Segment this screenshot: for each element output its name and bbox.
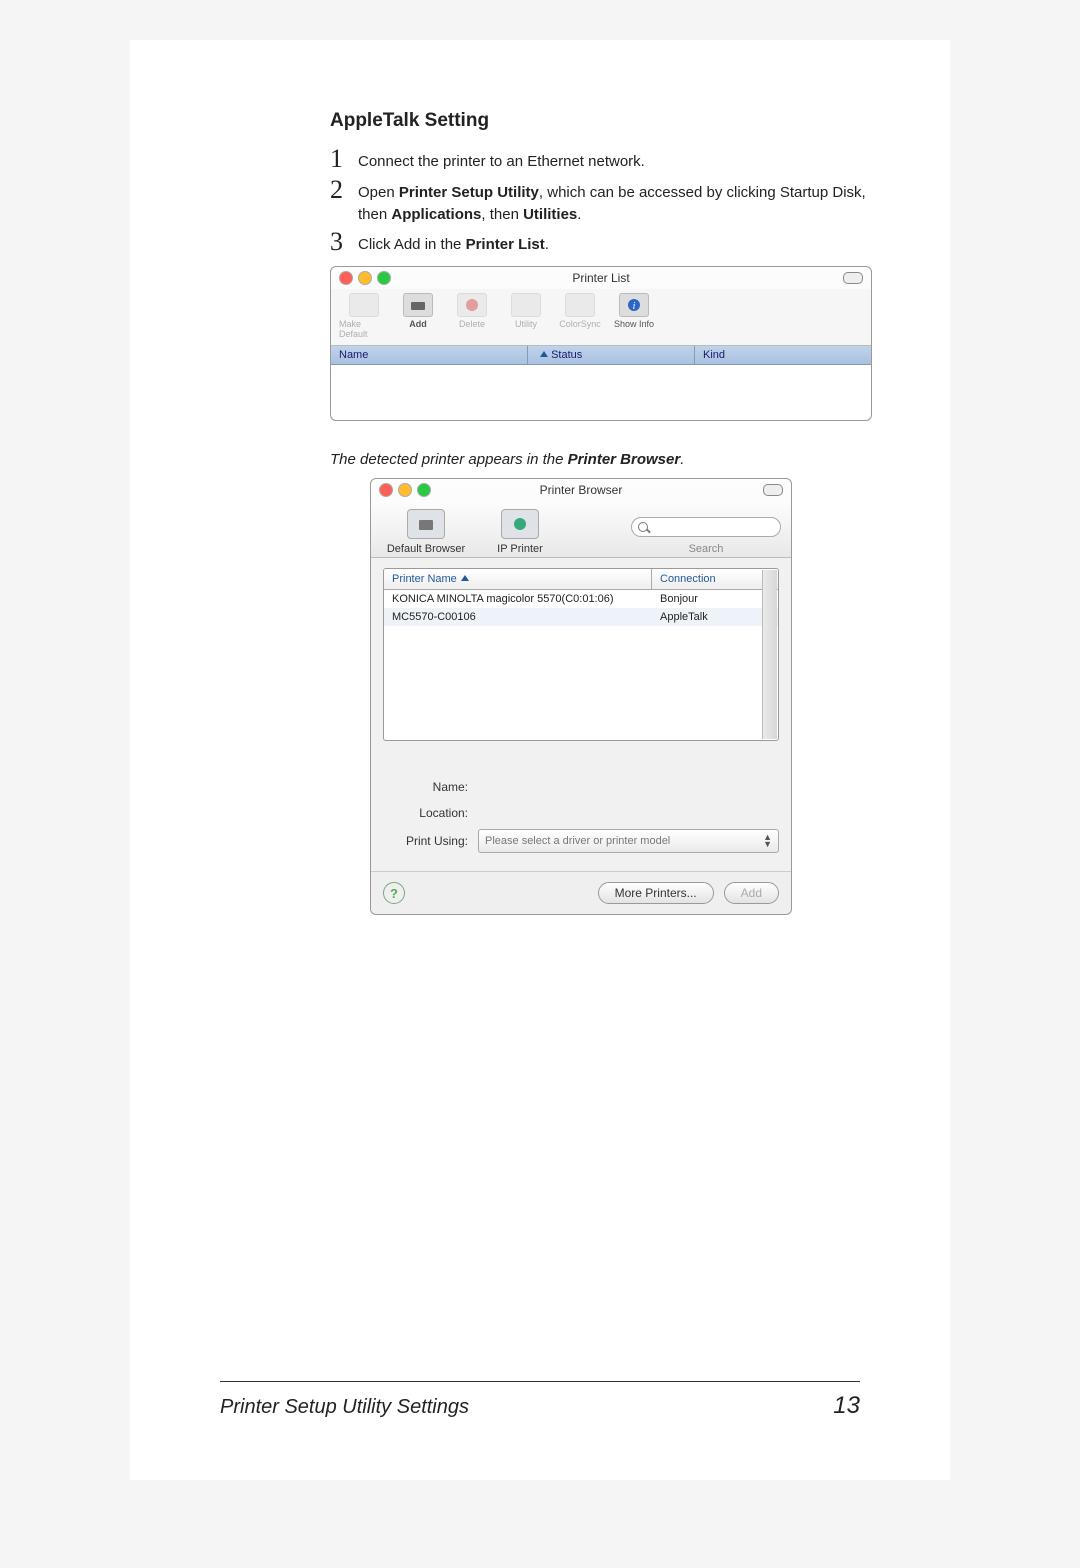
row-name: MC5570-C00106 <box>384 608 652 626</box>
svg-text:i: i <box>633 301 636 312</box>
make-default-label: Make Default <box>339 319 389 339</box>
search-input[interactable] <box>631 517 781 537</box>
printer-browser-window: Printer Browser Default Browser IP Print… <box>370 478 792 915</box>
updown-arrows-icon: ▲▼ <box>763 834 772 848</box>
step3-pre: Click Add in the <box>358 236 466 253</box>
ip-printer-icon <box>501 509 539 539</box>
utility-button[interactable]: Utility <box>501 293 551 339</box>
row-conn: AppleTalk <box>652 608 778 626</box>
print-using-select[interactable]: Please select a driver or printer model … <box>478 829 779 853</box>
delete-button[interactable]: Delete <box>447 293 497 339</box>
search-label: Search <box>689 543 724 555</box>
help-button[interactable]: ? <box>383 882 405 904</box>
printer-browser-list: Printer Name Connection KONICA MINOLTA m… <box>383 568 779 741</box>
add-printer-icon <box>403 293 433 317</box>
delete-icon <box>457 293 487 317</box>
step2-mid2: , then <box>481 206 523 223</box>
caption-pre: The detected printer appears in the <box>330 451 568 468</box>
default-browser-tab[interactable]: Default Browser <box>381 509 471 555</box>
list-item[interactable]: KONICA MINOLTA magicolor 5570(C0:01:06) … <box>384 590 778 608</box>
step2-b1: Printer Setup Utility <box>399 184 539 201</box>
caption-post: . <box>680 451 684 468</box>
footer-title: Printer Setup Utility Settings <box>220 1396 469 1419</box>
step-text-1: Connect the printer to an Ethernet netwo… <box>358 146 890 173</box>
delete-label: Delete <box>459 319 485 329</box>
scrollbar[interactable] <box>762 570 777 739</box>
make-default-button[interactable]: Make Default <box>339 293 389 339</box>
col-printer-name-label: Printer Name <box>392 573 457 585</box>
show-info-label: Show Info <box>614 319 654 329</box>
list-item[interactable]: MC5570-C00106 AppleTalk <box>384 608 778 626</box>
add-printer-button[interactable]: Add <box>393 293 443 339</box>
step2-post: . <box>577 206 581 223</box>
step2-b2: Applications <box>391 206 481 223</box>
colorsync-label: ColorSync <box>559 319 601 329</box>
section-heading: AppleTalk Setting <box>330 110 890 132</box>
window-title: Printer Browser <box>371 483 791 497</box>
sort-indicator-icon <box>540 351 548 357</box>
step-number-1: 1 <box>330 146 358 172</box>
print-using-value: Please select a driver or printer model <box>485 835 670 847</box>
col-status[interactable]: Status <box>551 349 582 361</box>
default-browser-label: Default Browser <box>387 543 465 555</box>
show-info-button[interactable]: i Show Info <box>609 293 659 339</box>
step-text-3: Click Add in the Printer List. <box>358 229 890 256</box>
printer-list-window: Printer List Make Default Add <box>330 266 872 421</box>
step2-b3: Utilities <box>523 206 577 223</box>
row-conn: Bonjour <box>652 590 778 608</box>
page-number: 13 <box>833 1392 860 1420</box>
sort-indicator-icon <box>461 575 469 581</box>
step2-pre: Open <box>358 184 399 201</box>
utility-label: Utility <box>515 319 537 329</box>
step-number-3: 3 <box>330 229 358 255</box>
ip-printer-tab[interactable]: IP Printer <box>475 509 565 555</box>
step3-b1: Printer List <box>466 236 545 253</box>
col-name[interactable]: Name <box>331 346 527 364</box>
step3-post: . <box>545 236 549 253</box>
window-title: Printer List <box>331 271 871 285</box>
info-icon: i <box>619 293 649 317</box>
add-printer-label: Add <box>409 319 427 329</box>
caption-text: The detected printer appears in the Prin… <box>330 451 890 468</box>
search-icon <box>631 517 781 537</box>
location-label: Location: <box>383 806 468 820</box>
name-field[interactable] <box>478 777 779 797</box>
utility-icon <box>511 293 541 317</box>
colorsync-icon <box>565 293 595 317</box>
caption-bold: Printer Browser <box>568 451 681 468</box>
name-label: Name: <box>383 780 468 794</box>
default-browser-icon <box>407 509 445 539</box>
row-name: KONICA MINOLTA magicolor 5570(C0:01:06) <box>384 590 652 608</box>
col-kind[interactable]: Kind <box>694 346 871 364</box>
add-button[interactable]: Add <box>724 882 779 904</box>
ip-printer-label: IP Printer <box>497 543 543 555</box>
printer-list-columns: Name Status Kind <box>331 346 871 365</box>
print-using-label: Print Using: <box>383 834 468 848</box>
col-printer-name[interactable]: Printer Name <box>384 569 651 589</box>
printer-list-body <box>331 365 871 420</box>
location-field[interactable] <box>478 803 779 823</box>
col-connection[interactable]: Connection <box>651 569 778 589</box>
step-number-2: 2 <box>330 177 358 203</box>
make-default-icon <box>349 293 379 317</box>
colorsync-button[interactable]: ColorSync <box>555 293 605 339</box>
more-printers-button[interactable]: More Printers... <box>598 882 714 904</box>
step-text-2: Open Printer Setup Utility, which can be… <box>358 177 890 226</box>
